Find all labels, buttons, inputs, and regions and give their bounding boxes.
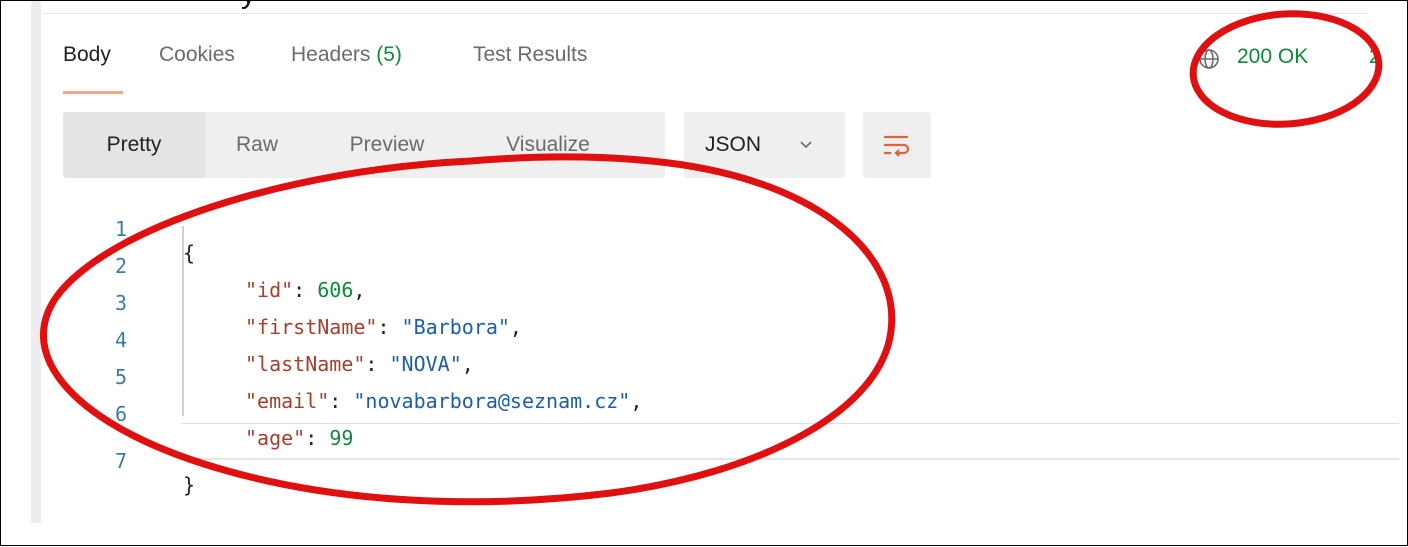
code-line: 1 { [63,193,1399,265]
tab-label: Headers [291,43,371,66]
line-number: 6 [114,402,128,426]
left-panel-border [31,1,41,523]
tab-cookies[interactable]: Cookies [159,43,235,67]
clipped-header-text: y [241,0,256,9]
tab-label: Body [63,43,111,66]
status-code[interactable]: 200 OK [1237,45,1308,69]
view-mode-preview[interactable]: Preview [309,112,465,178]
view-mode-visualize[interactable]: Visualize [465,112,631,178]
json-close-brace: } [183,473,196,497]
wrap-lines-icon [884,135,910,157]
code-line: 7 } [63,425,1399,497]
headers-count: (5) [376,43,402,66]
line-number: 7 [114,449,128,473]
editor-bottom-divider [181,458,1399,460]
format-value: JSON [705,133,762,156]
view-mode-raw[interactable]: Raw [205,112,309,178]
top-divider [43,13,1368,14]
code-line: 5 "email": "novabarbora@seznam.cz", [63,341,1399,413]
view-mode-selector: Pretty Raw Preview Visualize [63,112,665,178]
tab-headers[interactable]: Headers (5) [291,43,402,67]
current-line-highlight [181,423,1399,424]
tab-label: Test Results [473,43,588,66]
tab-label: Cookies [159,43,235,66]
code-line: 3 "firstName": "Barbora", [63,267,1399,339]
globe-icon[interactable] [1197,47,1221,71]
view-mode-pretty[interactable]: Pretty [63,112,205,178]
format-dropdown[interactable]: JSON [684,112,845,178]
response-body-editor[interactable]: 1 { 2 "id": 606, 3 "firstName": "Barbora… [63,193,1399,497]
code-line: 4 "lastName": "NOVA", [63,304,1399,376]
code-line: 2 "id": 606, [63,230,1399,302]
response-panel: y Body Cookies Headers (5) Test Results … [0,0,1408,546]
wrap-lines-button[interactable] [863,112,931,178]
chevron-down-icon [800,141,812,149]
response-time[interactable]: 23 [1369,45,1381,69]
tab-test-results[interactable]: Test Results [473,43,587,67]
tab-body[interactable]: Body [63,43,111,67]
active-tab-indicator [63,91,123,94]
code-line: 6 "age": 99 [63,378,1399,450]
